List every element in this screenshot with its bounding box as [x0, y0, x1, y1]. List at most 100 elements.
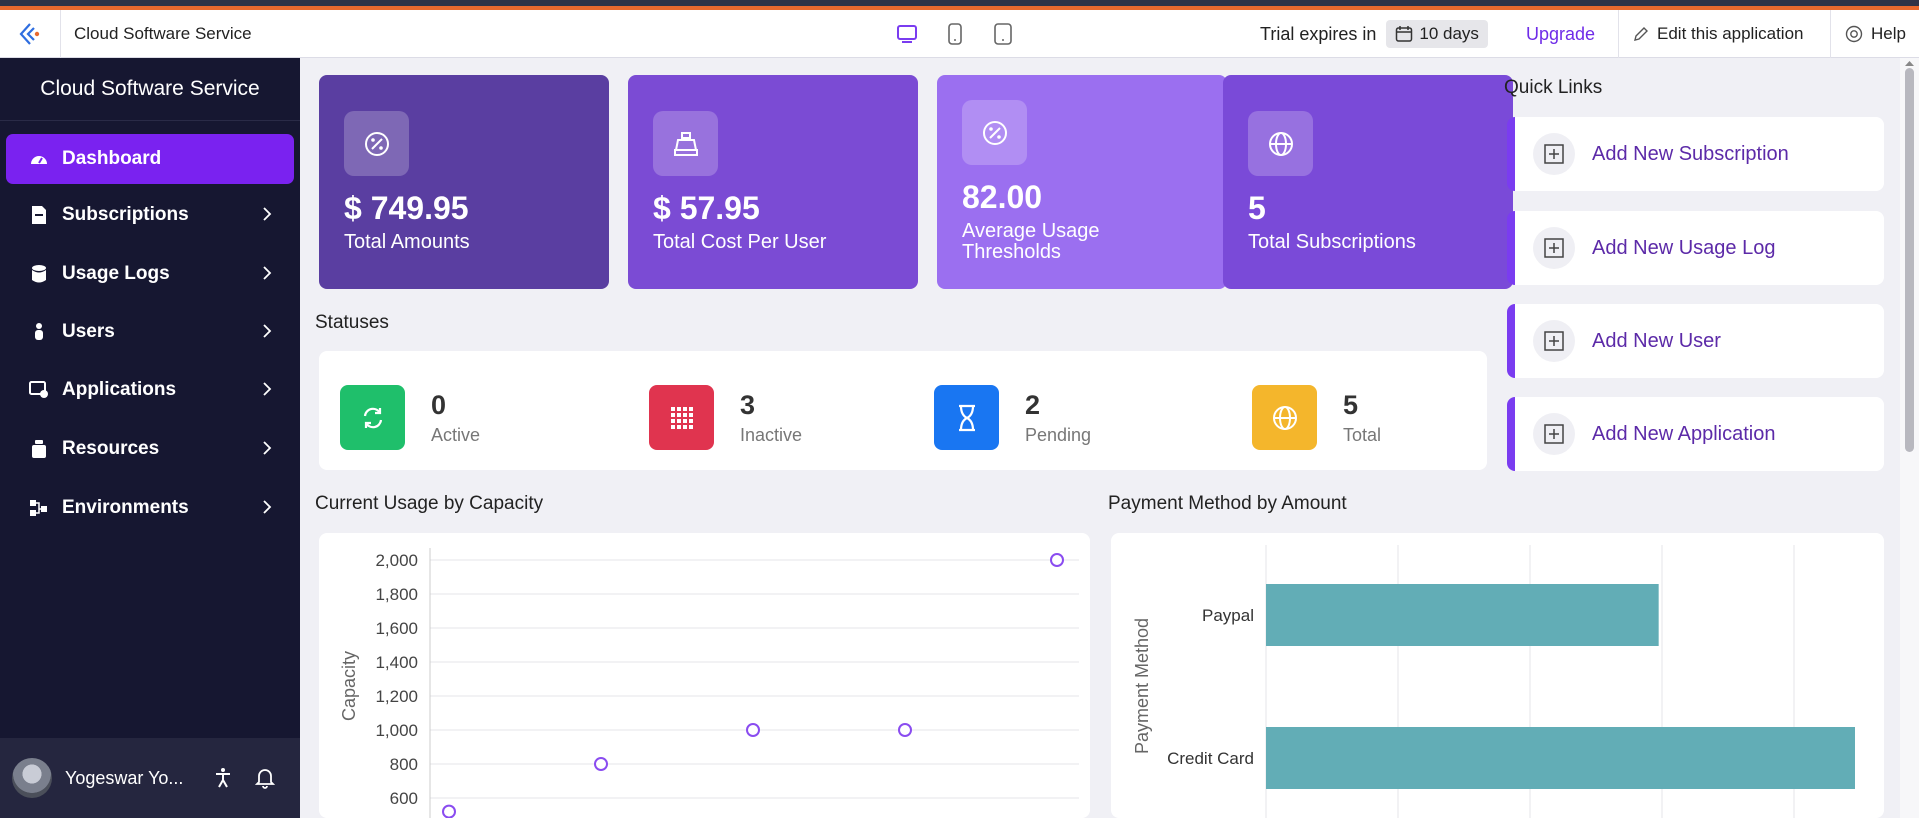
sidebar-item-dashboard[interactable]: Dashboard [6, 134, 294, 184]
usage-chart-card: 2,000 1,800 1,600 1,400 1,200 1,000 800 600 Capa… [319, 533, 1090, 818]
logo-button[interactable] [0, 9, 61, 58]
sidebar-item-label: Dashboard [62, 148, 162, 169]
add-new-application-link[interactable]: Add New Application [1507, 397, 1884, 471]
desktop-icon [897, 25, 917, 43]
kpi-value: $ 749.95 [344, 190, 469, 226]
kpi-card-total-subscriptions[interactable]: 5 Total Subscriptions [1223, 75, 1513, 289]
desktop-view-button[interactable] [896, 22, 918, 46]
plus-square-icon [1533, 413, 1575, 455]
sidebar-item-resources[interactable]: Resources [6, 424, 294, 474]
scatter-point [594, 757, 608, 771]
scatter-point [1050, 553, 1064, 567]
kpi-card-total-amounts[interactable]: $ 749.95 Total Amounts [319, 75, 609, 289]
usage-chart-title: Current Usage by Capacity [315, 493, 544, 514]
edit-application-button[interactable]: Edit this application [1618, 10, 1830, 58]
sidebar-item-usage-logs[interactable]: Usage Logs [6, 249, 294, 299]
status-active[interactable]: 0 Active [340, 385, 480, 450]
status-count: 5 [1343, 389, 1359, 420]
quick-links-title: Quick Links [1504, 77, 1603, 98]
y-tick-label: 2,000 [375, 551, 418, 570]
phone-view-button[interactable] [944, 22, 966, 46]
category-label: Credit Card [1167, 749, 1254, 768]
trial-notice: Trial expires in 10 days [1260, 10, 1488, 58]
status-label: Inactive [740, 424, 803, 445]
y-tick-label: 800 [390, 755, 418, 774]
quick-link-label: Add New Subscription [1592, 142, 1789, 165]
app-icon [28, 379, 50, 401]
trial-days-badge: 10 days [1386, 20, 1488, 48]
sidebar-item-environments[interactable]: Environments [6, 483, 294, 533]
plus-square-icon [1533, 133, 1575, 175]
grid-icon [649, 385, 714, 450]
top-accent-stripe [0, 0, 1919, 10]
quick-link-label: Add New User [1592, 329, 1721, 352]
chevron-right-icon [263, 500, 272, 514]
status-pending[interactable]: 2 Pending [934, 385, 1091, 450]
payment-chart-card: Payment Method Paypal Credit Card [1111, 533, 1884, 818]
page-scrollbar[interactable] [1900, 58, 1919, 818]
plus-square-icon [1533, 227, 1575, 269]
percent-badge-icon [344, 111, 409, 176]
add-new-user-link[interactable]: Add New User [1507, 304, 1884, 378]
status-inactive[interactable]: 3 Inactive [649, 385, 802, 450]
sidebar-item-label: Resources [62, 438, 160, 459]
status-count: 0 [431, 389, 447, 420]
resource-icon [28, 438, 50, 460]
bell-icon[interactable] [255, 767, 275, 789]
sidebar-item-label: Users [62, 321, 115, 342]
payment-bar-chart: Payment Method Paypal Credit Card [1132, 545, 1855, 818]
status-total[interactable]: 5 Total [1252, 385, 1381, 450]
y-tick-label: 1,000 [375, 721, 418, 740]
chevron-right-icon [263, 441, 272, 455]
tablet-view-button[interactable] [992, 22, 1014, 46]
bar [1266, 727, 1855, 789]
status-count: 3 [740, 389, 756, 420]
y-tick-label: 1,400 [375, 653, 418, 672]
calendar-icon [1396, 26, 1413, 42]
chevron-right-icon [263, 324, 272, 338]
environment-icon [28, 497, 50, 519]
pencil-icon [1634, 27, 1648, 41]
accessibility-icon[interactable] [213, 767, 233, 789]
sidebar-title: Cloud Software Service [0, 58, 300, 121]
kpi-value: $ 57.95 [653, 190, 760, 226]
kpi-label: Total Subscriptions [1248, 231, 1416, 253]
add-new-usage-log-link[interactable]: Add New Usage Log [1507, 211, 1884, 285]
kpi-card-usage-thresholds[interactable]: 82.00 Average Usage Thresholds [937, 75, 1227, 289]
device-preview-toggle [896, 10, 1014, 58]
globe-icon [1248, 111, 1313, 176]
avatar[interactable] [12, 758, 52, 798]
chevron-right-icon [263, 207, 272, 221]
kpi-label: Total Amounts [344, 231, 470, 253]
sidebar: Cloud Software Service Dashboard Subscri… [0, 58, 300, 818]
kpi-card-cost-per-user[interactable]: $ 57.95 Total Cost Per User [628, 75, 918, 289]
database-icon [28, 263, 50, 285]
phone-icon [948, 23, 962, 45]
scrollbar-thumb[interactable] [1905, 68, 1914, 452]
sidebar-item-subscriptions[interactable]: Subscriptions [6, 190, 294, 240]
statuses-card: 0 Active 3 Inactive 2 Pending 5 Total [319, 351, 1487, 470]
document-icon [28, 204, 50, 226]
payment-chart-title: Payment Method by Amount [1108, 493, 1347, 514]
sidebar-item-label: Subscriptions [62, 204, 189, 225]
help-button[interactable]: Help [1830, 10, 1919, 58]
top-bar: Cloud Software Service Trial expires in … [0, 9, 1919, 58]
sidebar-item-applications[interactable]: Applications [6, 365, 294, 415]
user-profile-bar: Yogeswar Yo... [0, 738, 300, 818]
trial-label: Trial expires in [1260, 23, 1377, 44]
sidebar-item-label: Applications [62, 379, 177, 400]
status-count: 2 [1025, 389, 1041, 420]
plus-square-icon [1533, 320, 1575, 362]
sidebar-item-users[interactable]: Users [6, 307, 294, 357]
scatter-point [898, 723, 912, 737]
kpi-label: Average Usage Thresholds [962, 220, 1100, 263]
status-label: Active [431, 424, 481, 445]
y-tick-label: 600 [390, 789, 418, 808]
scroll-up-arrow-icon[interactable] [1900, 58, 1919, 68]
app-title: Cloud Software Service [74, 23, 252, 43]
upgrade-link[interactable]: Upgrade [1526, 10, 1595, 58]
add-new-subscription-link[interactable]: Add New Subscription [1507, 117, 1884, 191]
sidebar-item-label: Usage Logs [62, 263, 170, 284]
user-name[interactable]: Yogeswar Yo... [65, 768, 205, 789]
scatter-point [442, 804, 456, 818]
